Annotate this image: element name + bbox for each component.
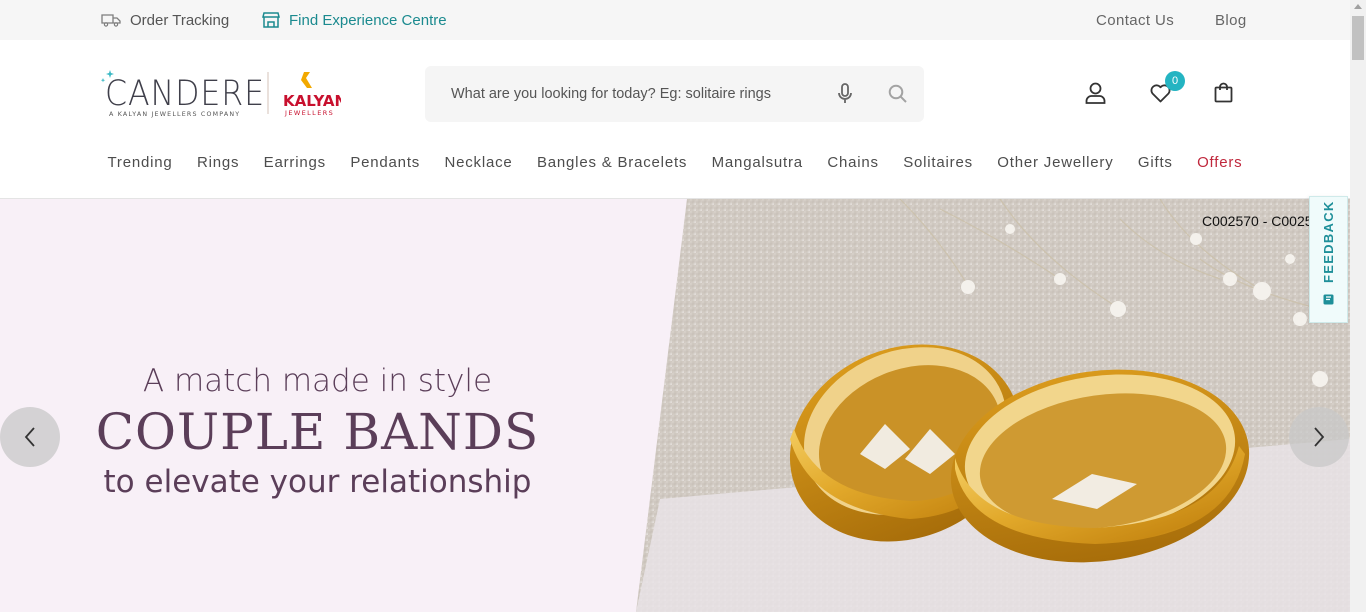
find-experience-centre-link[interactable]: Find Experience Centre xyxy=(262,0,447,40)
nav-item-mangalsutra[interactable]: Mangalsutra xyxy=(699,154,815,180)
find-centre-label: Find Experience Centre xyxy=(289,11,447,29)
nav-item-chains[interactable]: Chains xyxy=(815,154,891,180)
shopping-bag-icon[interactable] xyxy=(1214,82,1233,108)
nav-item-earrings[interactable]: Earrings xyxy=(251,154,338,180)
main-nav: Trending Rings Earrings Pendants Necklac… xyxy=(0,154,1350,180)
nav-item-offers[interactable]: Offers xyxy=(1185,154,1255,180)
chevron-left-icon xyxy=(24,427,35,447)
nav-item-rings[interactable]: Rings xyxy=(185,154,252,180)
candere-logo[interactable]: CANDERE A KALYAN JEWELLERS COMPANY KALYA… xyxy=(100,68,347,120)
search-icon[interactable] xyxy=(888,84,908,109)
search-bar xyxy=(425,66,924,122)
hero-line-2: COUPLE BANDS xyxy=(95,403,540,461)
hero-line-3: to elevate your relationship xyxy=(103,464,532,500)
microphone-icon[interactable] xyxy=(836,83,854,110)
hero-banner[interactable]: A match made in style COUPLE BANDS to el… xyxy=(0,199,1350,612)
feedback-tab[interactable]: FEEDBACK xyxy=(1309,196,1348,323)
carousel-prev-button[interactable] xyxy=(0,407,60,467)
nav-item-solitaires[interactable]: Solitaires xyxy=(891,154,985,180)
partner-sub: JEWELLERS xyxy=(284,109,334,117)
brand-wordmark: CANDERE xyxy=(105,74,265,114)
blog-link[interactable]: Blog xyxy=(1215,0,1247,40)
feedback-icon xyxy=(1323,294,1334,305)
contact-us-link[interactable]: Contact Us xyxy=(1096,0,1174,40)
store-icon xyxy=(262,12,280,28)
chevron-right-icon xyxy=(1314,427,1325,447)
partner-wordmark: KALYAN xyxy=(283,92,341,110)
nav-item-bangles-bracelets[interactable]: Bangles & Bracelets xyxy=(525,154,700,180)
carousel-next-button[interactable] xyxy=(1289,407,1349,467)
account-icon[interactable] xyxy=(1085,82,1106,109)
nav-item-other-jewellery[interactable]: Other Jewellery xyxy=(985,154,1126,180)
hero-headline: A match made in style COUPLE BANDS to el… xyxy=(60,362,575,500)
nav-item-pendants[interactable]: Pendants xyxy=(338,154,432,180)
order-tracking-link[interactable]: Order Tracking xyxy=(101,0,229,40)
nav-item-necklace[interactable]: Necklace xyxy=(432,154,524,180)
page-scrollbar[interactable] xyxy=(1350,0,1366,612)
kalyan-emblem-icon xyxy=(301,72,312,88)
page: Order Tracking Find Experience Centre Co… xyxy=(0,0,1366,612)
nav-item-trending[interactable]: Trending xyxy=(95,154,184,180)
nav-item-gifts[interactable]: Gifts xyxy=(1126,154,1185,180)
product-code-text: C002570 - C0025 xyxy=(1202,213,1313,229)
truck-icon xyxy=(101,14,121,27)
search-input[interactable] xyxy=(451,86,831,102)
scroll-thumb[interactable] xyxy=(1352,16,1364,60)
feedback-label: FEEDBACK xyxy=(1321,200,1336,283)
order-tracking-label: Order Tracking xyxy=(130,11,230,29)
scroll-up-arrow-icon[interactable] xyxy=(1354,4,1362,9)
wishlist-count-badge: 0 xyxy=(1165,71,1185,91)
hero-line-1: A match made in style xyxy=(142,363,493,399)
brand-tagline: A KALYAN JEWELLERS COMPANY xyxy=(109,111,240,118)
top-utility-bar: Order Tracking Find Experience Centre Co… xyxy=(0,0,1350,40)
